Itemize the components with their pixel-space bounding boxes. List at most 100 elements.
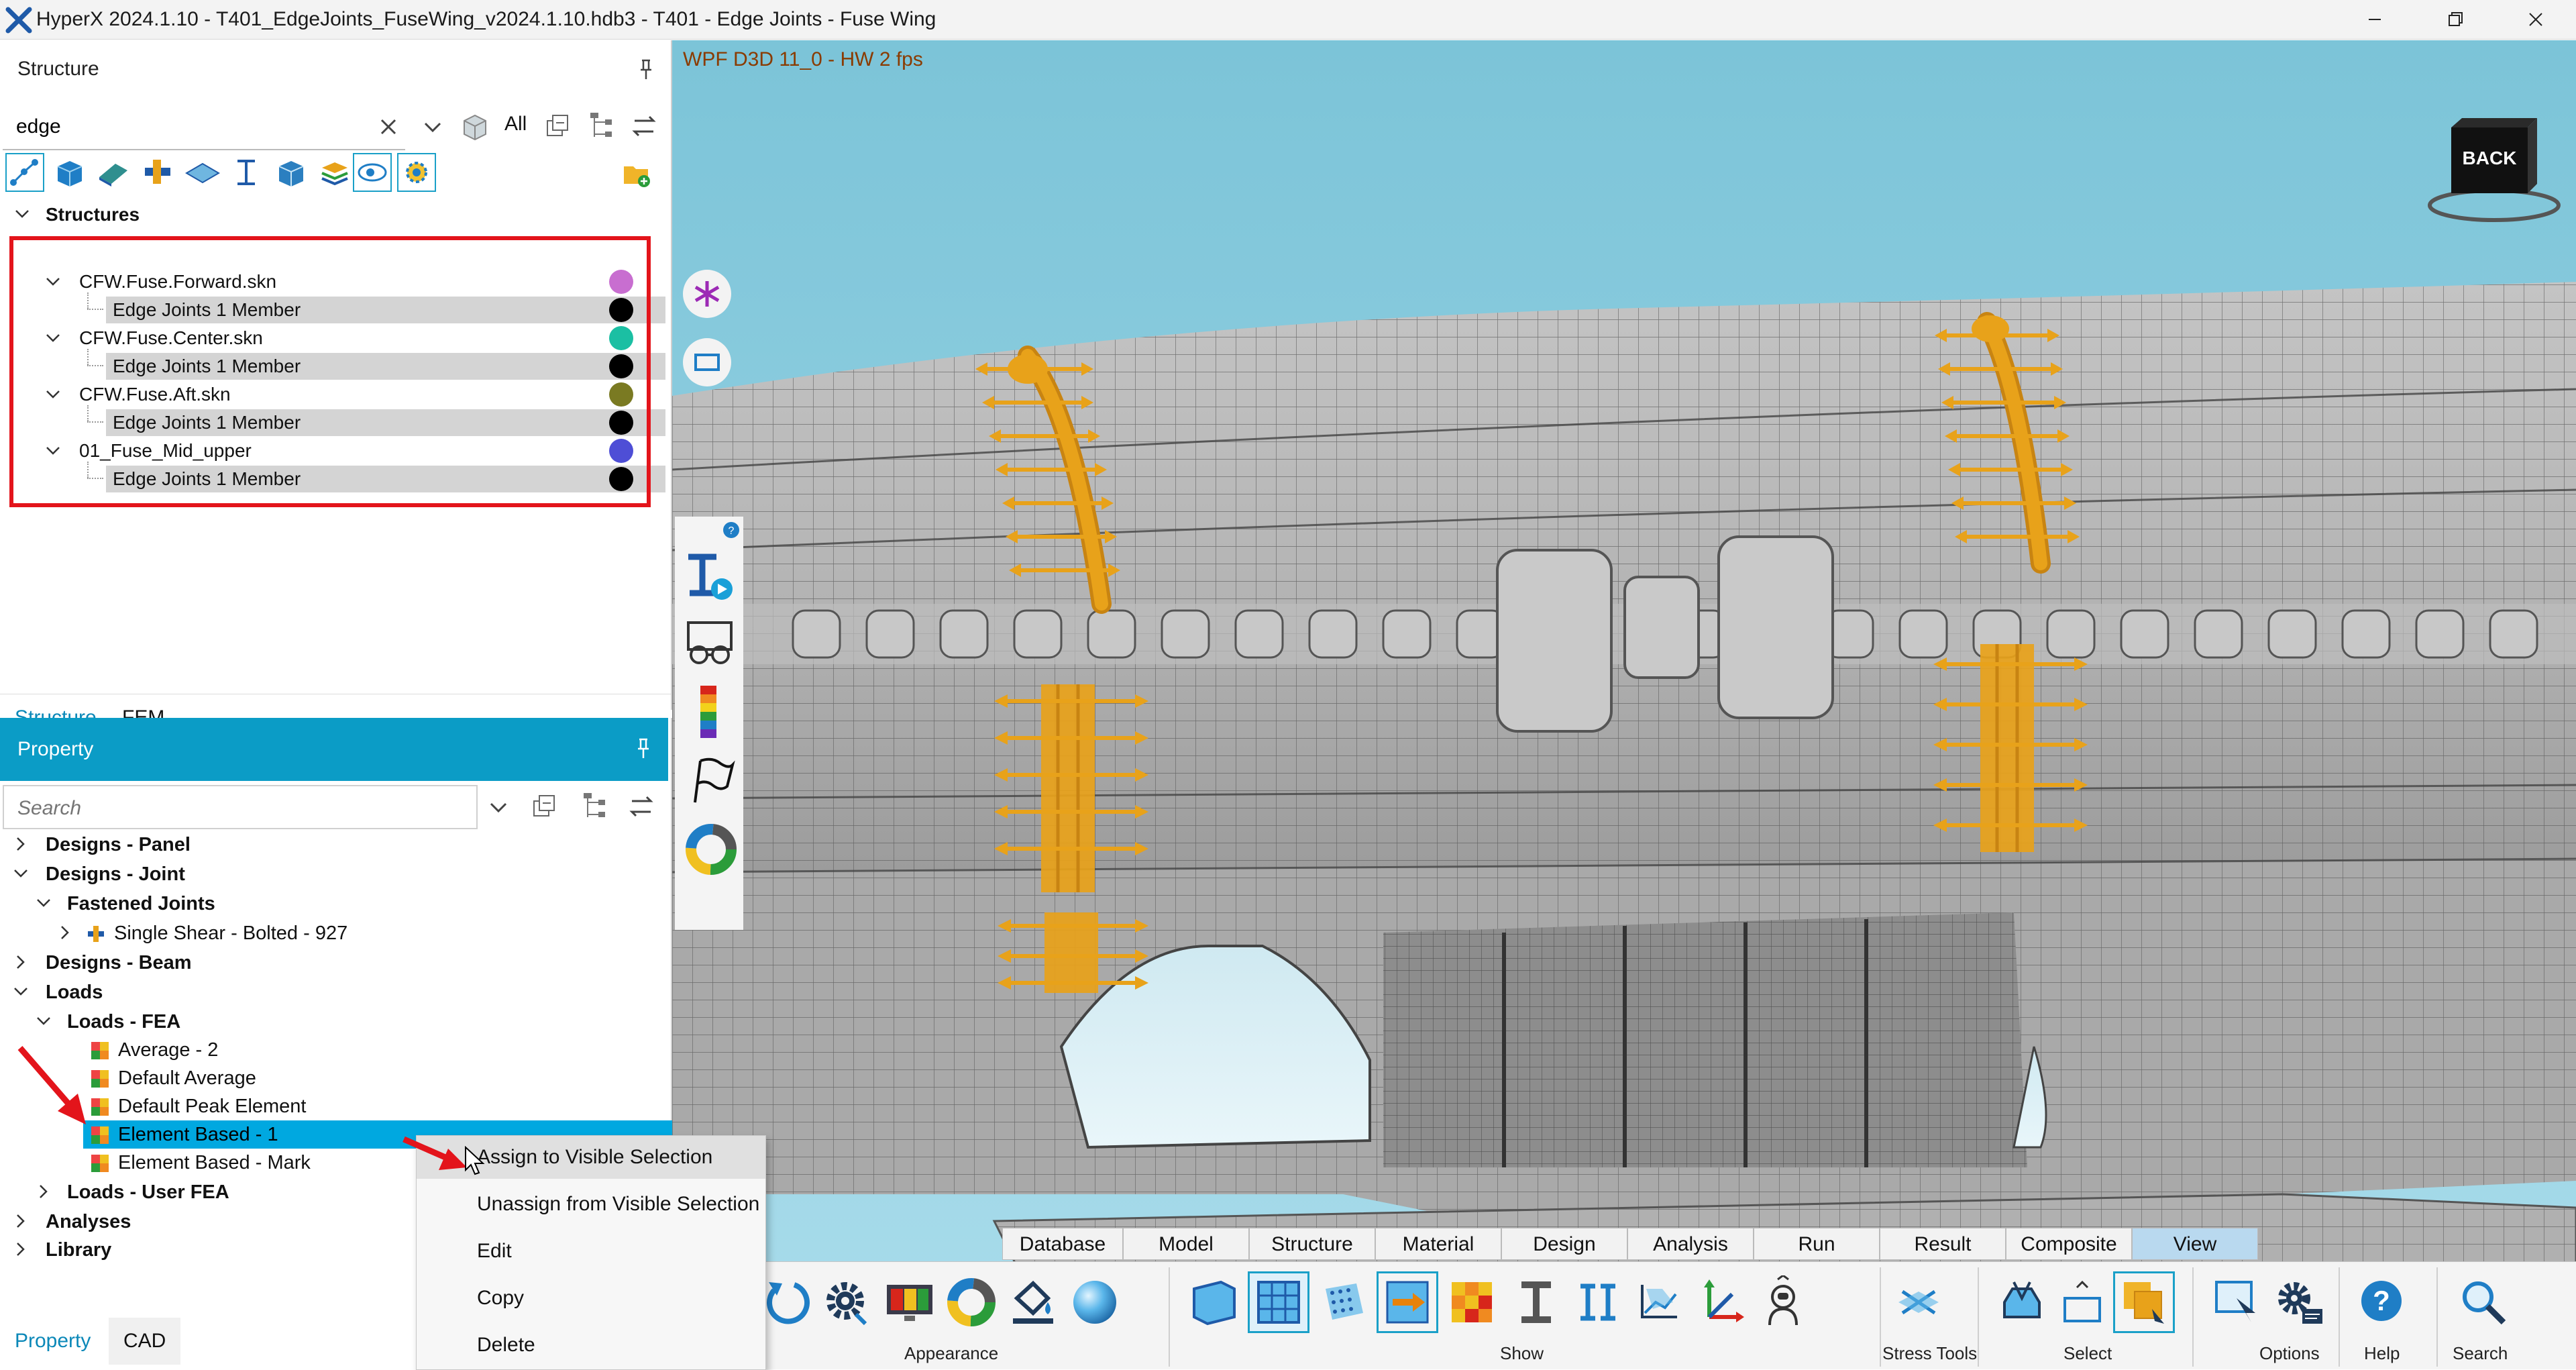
ribbon-tab-material[interactable]: Material [1375, 1228, 1501, 1260]
chevron-down-icon[interactable] [421, 117, 444, 137]
plate-tool-button[interactable] [182, 153, 221, 192]
tree-designs-panel[interactable]: Designs - Panel [46, 831, 191, 859]
joint-tool-button[interactable] [138, 153, 177, 192]
tree-load-default-average[interactable]: Default Average [90, 1064, 256, 1092]
filter-all-label[interactable]: All [504, 113, 527, 136]
folder-add-icon[interactable] [621, 158, 652, 189]
ribbon-tab-database[interactable]: Database [1002, 1228, 1123, 1260]
menu-unassign-visible-selection[interactable]: Unassign from Visible Selection [417, 1183, 765, 1226]
view-cube[interactable]: BACK [2427, 105, 2561, 232]
free-body-tool-button[interactable] [5, 153, 44, 192]
cube-tool-button[interactable] [271, 153, 310, 192]
show-joints-button[interactable] [1567, 1271, 1629, 1333]
layers-tool-button[interactable] [315, 153, 354, 192]
chevron-right-icon[interactable] [12, 835, 30, 853]
panel-tool-button[interactable] [94, 153, 133, 192]
minimize-button[interactable] [2334, 0, 2415, 39]
show-loads-button[interactable] [1377, 1271, 1438, 1333]
color-wheel-icon[interactable] [684, 823, 738, 876]
tree-fastened-joints[interactable]: Fastened Joints [67, 890, 215, 918]
cube-filter-icon[interactable] [460, 111, 490, 141]
3d-viewport[interactable]: WPF D3D 11_0 - HW 2 fps ? BACK [672, 40, 2576, 1369]
collapse-all-icon[interactable] [531, 793, 558, 820]
tab-cad[interactable]: CAD [109, 1318, 181, 1365]
flag-icon[interactable] [686, 755, 737, 806]
chevron-right-icon[interactable] [12, 1212, 30, 1230]
show-csys-button[interactable] [1629, 1271, 1690, 1333]
show-beams-button[interactable] [1505, 1271, 1567, 1333]
chevron-down-icon[interactable] [12, 983, 30, 1000]
tree-view-icon[interactable] [588, 111, 614, 141]
glasses-icon[interactable] [683, 617, 737, 671]
pick-center-button[interactable] [683, 270, 731, 318]
select-all-button[interactable] [2113, 1271, 2175, 1333]
property-search-input[interactable] [16, 793, 462, 824]
tree-loads-fea[interactable]: Loads - FEA [67, 1008, 180, 1036]
fuselage-model[interactable] [672, 40, 2576, 1369]
tree-loads-user-fea[interactable]: Loads - User FEA [67, 1178, 229, 1206]
swap-icon[interactable] [631, 113, 657, 140]
tree-designs-joint[interactable]: Designs - Joint [46, 860, 185, 888]
tree-analyses[interactable]: Analyses [46, 1208, 131, 1236]
select-box-button[interactable] [2051, 1271, 2113, 1333]
eye-tool-button[interactable] [353, 153, 392, 192]
color-by-button[interactable] [941, 1271, 1002, 1333]
tree-load-element-based-mark[interactable]: Element Based - Mark [90, 1149, 311, 1177]
tree-view-icon[interactable] [581, 792, 608, 821]
fit-view-button[interactable] [683, 338, 731, 386]
tree-loads[interactable]: Loads [46, 978, 103, 1006]
chevron-down-icon[interactable] [12, 865, 30, 882]
show-mesh-button[interactable] [1248, 1271, 1309, 1333]
ribbon-tab-analysis[interactable]: Analysis [1627, 1228, 1754, 1260]
close-window-button[interactable] [2496, 0, 2576, 39]
show-axes-button[interactable] [1690, 1271, 1752, 1333]
color-legend-icon[interactable] [695, 684, 722, 741]
solid-tool-button[interactable] [50, 153, 89, 192]
display-button[interactable] [879, 1271, 941, 1333]
chevron-down-icon[interactable] [35, 894, 52, 912]
chevron-down-icon[interactable] [35, 1012, 52, 1030]
ribbon-tab-result[interactable]: Result [1880, 1228, 2006, 1260]
ribbon-tab-structure[interactable]: Structure [1249, 1228, 1375, 1260]
ribbon-tab-run[interactable]: Run [1754, 1228, 1880, 1260]
search-button[interactable] [2453, 1271, 2514, 1333]
shading-button[interactable] [1064, 1271, 1126, 1333]
chevron-right-icon[interactable] [35, 1183, 52, 1200]
clear-search-icon[interactable] [378, 117, 398, 137]
chevron-down-icon[interactable] [13, 205, 31, 223]
tab-property[interactable]: Property [0, 1318, 105, 1365]
ribbon-tab-model[interactable]: Model [1123, 1228, 1249, 1260]
chevron-right-icon[interactable] [12, 1241, 30, 1258]
ribbon-tab-composite[interactable]: Composite [2006, 1228, 2132, 1260]
chevron-down-icon[interactable] [487, 797, 510, 817]
show-astronaut-button[interactable] [1752, 1271, 1814, 1333]
settings-tool-button[interactable] [397, 153, 436, 192]
stress-tools-button[interactable] [1888, 1271, 1949, 1333]
help-icon[interactable]: ? [722, 521, 741, 539]
options-button[interactable] [2207, 1271, 2269, 1333]
ribbon-tab-view[interactable]: View [2132, 1228, 2258, 1260]
restore-button[interactable] [2415, 0, 2496, 39]
structure-search-input[interactable] [15, 111, 366, 142]
tree-single-shear[interactable]: Single Shear - Bolted - 927 [86, 919, 347, 947]
show-nodes-button[interactable] [1312, 1271, 1374, 1333]
show-surfaces-button[interactable] [1183, 1271, 1245, 1333]
beam-section-icon[interactable] [683, 550, 737, 604]
tree-root-structures[interactable]: Structures [46, 201, 140, 228]
menu-copy[interactable]: Copy [417, 1277, 765, 1320]
ribbon-tab-design[interactable]: Design [1501, 1228, 1627, 1260]
menu-edit[interactable]: Edit [417, 1230, 765, 1273]
fill-button[interactable] [1002, 1271, 1064, 1333]
tree-designs-beam[interactable]: Designs - Beam [46, 949, 192, 977]
chevron-right-icon[interactable] [12, 953, 30, 971]
pin-icon[interactable] [633, 737, 653, 761]
swap-icon[interactable] [628, 793, 655, 820]
collapse-all-icon[interactable] [545, 113, 572, 140]
pin-icon[interactable] [636, 58, 656, 82]
select-visible-button[interactable] [1991, 1271, 2053, 1333]
chevron-right-icon[interactable] [56, 924, 74, 941]
settings-button[interactable] [2269, 1271, 2330, 1333]
show-results-button[interactable] [1441, 1271, 1503, 1333]
tree-load-default-peak[interactable]: Default Peak Element [90, 1092, 306, 1120]
beam-tool-button[interactable] [227, 153, 266, 192]
